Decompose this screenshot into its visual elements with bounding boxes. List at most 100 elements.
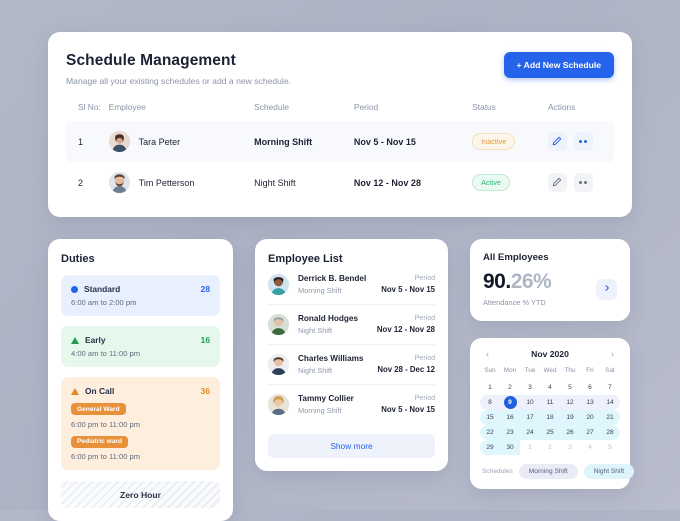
calendar-day[interactable]: 29 bbox=[480, 440, 500, 455]
list-item[interactable]: Derrick B. Bendel Morning Shift Period N… bbox=[268, 265, 435, 305]
calendar-day[interactable]: 6 bbox=[580, 380, 600, 395]
table-row[interactable]: 2 Tim Petterson Night Shift Nov 12 - Nov… bbox=[66, 162, 614, 203]
calendar-day[interactable]: 10 bbox=[520, 395, 540, 410]
calendar-day[interactable]: 14 bbox=[600, 395, 620, 410]
calendar-day[interactable]: 8 bbox=[480, 395, 500, 410]
calendar-card: ‹ Nov 2020 › Sun Mon Tue Wed Thu Fri Sat… bbox=[470, 338, 635, 489]
calendar-day[interactable]: 9 bbox=[500, 395, 520, 410]
calendar-day[interactable]: 3 bbox=[520, 380, 540, 395]
status-badge: Active bbox=[472, 174, 510, 191]
calendar-day[interactable]: 7 bbox=[600, 380, 620, 395]
all-employees-details-button[interactable] bbox=[596, 278, 617, 300]
period-label: Period bbox=[414, 275, 435, 282]
header-text-group: Schedule Management Manage all your exis… bbox=[66, 52, 291, 86]
pencil-icon bbox=[552, 134, 562, 149]
calendar-day[interactable]: 20 bbox=[580, 410, 600, 425]
triangle-up-icon bbox=[71, 387, 79, 395]
avatar bbox=[108, 172, 130, 193]
duty-info: On Call General Ward 6:00 pm to 11:00 pm… bbox=[71, 386, 140, 461]
calendar-day[interactable]: 11 bbox=[540, 395, 560, 410]
calendar-day[interactable]: 1 bbox=[480, 380, 500, 395]
employee-name: Ronald Hodges bbox=[298, 314, 359, 323]
legend-pill-morning-shift[interactable]: Morning Shift bbox=[518, 464, 578, 479]
calendar-day[interactable]: 30 bbox=[500, 440, 520, 455]
list-item[interactable]: Charles Williams Night Shift Period Nov … bbox=[268, 345, 435, 385]
calendar-day[interactable]: 17 bbox=[520, 410, 540, 425]
calendar-day[interactable]: 25 bbox=[540, 425, 560, 440]
edit-button[interactable] bbox=[547, 132, 567, 151]
duty-item-early[interactable]: Early 4:00 am to 11:00 pm 16 bbox=[61, 326, 220, 367]
more-options-button[interactable] bbox=[573, 173, 593, 192]
more-options-button[interactable] bbox=[573, 132, 593, 151]
calendar-dow-row: Sun Mon Tue Wed Thu Fri Sat bbox=[480, 367, 620, 380]
duty-item-standard[interactable]: Standard 6:00 am to 2:00 pm 28 bbox=[61, 275, 220, 316]
calendar-day[interactable]: 28 bbox=[600, 425, 620, 440]
dow-label: Mon bbox=[503, 367, 517, 374]
cell-employee: Tim Petterson bbox=[108, 162, 254, 203]
dow-label: Sun bbox=[484, 367, 496, 374]
page-subtitle: Manage all your existing schedules or ad… bbox=[66, 76, 292, 86]
ward-badge-general: General Ward bbox=[71, 403, 126, 415]
calendar-day[interactable]: 3 bbox=[560, 440, 580, 455]
calendar-next-button[interactable]: › bbox=[608, 349, 617, 359]
cell-status: Inactive bbox=[472, 121, 548, 162]
cell-employee: Tara Peter bbox=[108, 121, 255, 162]
employee-name: Tammy Collier bbox=[298, 394, 354, 403]
dow-label: Fri bbox=[586, 367, 594, 374]
attendance-major: 90. bbox=[483, 270, 511, 293]
calendar-month-label: Nov 2020 bbox=[531, 349, 569, 359]
period-label: Period bbox=[414, 395, 435, 402]
calendar-day[interactable]: 24 bbox=[520, 425, 540, 440]
calendar-day[interactable]: 19 bbox=[560, 410, 580, 425]
calendar-day[interactable]: 15 bbox=[480, 410, 500, 425]
list-item[interactable]: Tammy Collier Morning Shift Period Nov 5… bbox=[268, 385, 435, 424]
add-new-schedule-button[interactable]: + Add New Schedule bbox=[503, 52, 614, 78]
status-dot-icon bbox=[71, 285, 78, 293]
calendar-weeks: 1 2 3 4 5 6 7 8 9 10 11 12 13 14 15 16 17 18 19 20 21 22 23 24 2… bbox=[480, 380, 620, 455]
calendar-day[interactable]: 13 bbox=[580, 395, 600, 410]
avatar bbox=[268, 354, 289, 375]
column-header-actions: Actions bbox=[547, 102, 576, 112]
column-header-period: Period bbox=[353, 102, 379, 112]
calendar-day[interactable]: 4 bbox=[580, 440, 600, 455]
duty-count: 28 bbox=[200, 284, 210, 294]
period-value: Nov 5 - Nov 15 bbox=[381, 285, 435, 294]
calendar-day[interactable]: 22 bbox=[480, 425, 500, 440]
cell-actions bbox=[547, 121, 614, 162]
calendar-day[interactable]: 12 bbox=[560, 395, 580, 410]
cell-status: Active bbox=[472, 162, 548, 203]
table-row[interactable]: 1 Tara Peter Morning Shift Nov 5 - Nov 1… bbox=[66, 121, 614, 162]
calendar-day[interactable]: 16 bbox=[500, 410, 520, 425]
calendar-header: ‹ Nov 2020 › bbox=[480, 349, 620, 367]
calendar-day[interactable]: 1 bbox=[520, 440, 540, 455]
calendar-day[interactable]: 4 bbox=[540, 380, 560, 395]
page-title: Schedule Management bbox=[66, 52, 236, 69]
duty-info: Standard 6:00 am to 2:00 pm bbox=[71, 284, 136, 307]
calendar-day[interactable]: 5 bbox=[600, 440, 620, 455]
calendar-day[interactable]: 23 bbox=[500, 425, 520, 440]
duty-time: 6:00 pm to 11:00 pm bbox=[71, 419, 141, 429]
calendar-day[interactable]: 27 bbox=[580, 425, 600, 440]
zero-hour-row[interactable]: Zero Hour bbox=[61, 481, 220, 508]
legend-pill-night-shift[interactable]: Night Shift bbox=[583, 464, 635, 479]
calendar-day[interactable]: 26 bbox=[560, 425, 580, 440]
employee-name: Charles Williams bbox=[298, 354, 364, 363]
attendance-caption: Attendance % YTD bbox=[483, 298, 546, 307]
duties-title: Duties bbox=[61, 253, 95, 265]
calendar-day[interactable]: 18 bbox=[540, 410, 560, 425]
calendar-week-row: 29 30 1 2 3 4 5 bbox=[480, 440, 620, 455]
duties-card: Duties Standard 6:00 am to 2:00 pm 28 Ea… bbox=[48, 239, 233, 521]
calendar-day[interactable]: 2 bbox=[540, 440, 560, 455]
all-employees-card: All Employees 90.26% Attendance % YTD bbox=[470, 239, 630, 321]
employee-shift: Night Shift bbox=[298, 326, 333, 335]
edit-button[interactable] bbox=[547, 173, 567, 192]
duty-item-on-call[interactable]: On Call General Ward 6:00 pm to 11:00 pm… bbox=[61, 377, 220, 470]
list-item[interactable]: Ronald Hodges Night Shift Period Nov 12 … bbox=[268, 305, 435, 345]
calendar-day[interactable]: 21 bbox=[600, 410, 620, 425]
period-label: Period bbox=[414, 315, 435, 322]
show-more-button[interactable]: Show more bbox=[268, 434, 435, 458]
dashboard-bottom-row: Duties Standard 6:00 am to 2:00 pm 28 Ea… bbox=[48, 239, 635, 521]
calendar-day[interactable]: 5 bbox=[560, 380, 580, 395]
calendar-prev-button[interactable]: ‹ bbox=[483, 349, 492, 359]
calendar-day[interactable]: 2 bbox=[500, 380, 520, 395]
